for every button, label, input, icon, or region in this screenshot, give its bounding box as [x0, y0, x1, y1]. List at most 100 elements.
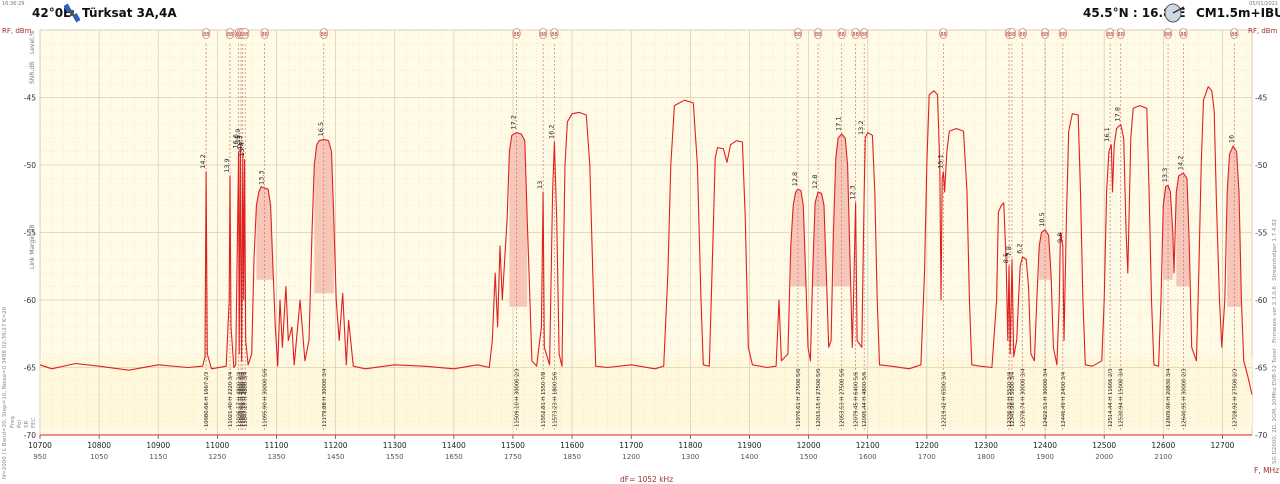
- y-tick-label-right: -55: [1255, 229, 1267, 238]
- carrier-row-label: SR: [24, 421, 30, 428]
- carrier-level-label: 9.8: [1056, 233, 1064, 243]
- carrier-info: 12446.49 H 2400 3/4: [1061, 371, 1067, 427]
- badge-label: 88: [795, 32, 801, 38]
- badge-label: 88: [839, 32, 845, 38]
- x-tick-label: 12000: [797, 441, 821, 450]
- modulation-badge: 88: [241, 28, 250, 39]
- badge-label: 88: [1118, 32, 1124, 38]
- if-tick-label: 1150: [149, 453, 167, 461]
- y-tick-label-right: -45: [1255, 94, 1267, 103]
- modulation-badge: 88: [837, 28, 846, 39]
- modulation-badge: 88: [939, 28, 948, 39]
- if-tick-label: 1900: [1036, 453, 1054, 461]
- carrier-level-label: 16.5: [317, 122, 325, 136]
- spectrum-chart: 88 88 88 88 88 88 88 88 88 88 88 88 88 88 88 88 88 88 88 88…: [2, 27, 1279, 484]
- carrier-info: 10980.66 H 1667 2/3: [204, 372, 210, 427]
- badge-label: 88: [1042, 32, 1048, 38]
- x-tick-label: 11900: [738, 441, 762, 450]
- badge-label: 88: [815, 32, 821, 38]
- carrier-info: 12530.94 H 15000 3/4: [1119, 368, 1125, 427]
- modulation-badge: 88: [260, 28, 269, 39]
- carrier-level-label: 17.8: [1114, 107, 1122, 121]
- x-tick-label: 10700: [28, 441, 52, 450]
- x-tick-label: 12100: [856, 441, 880, 450]
- if-tick-label: 1050: [90, 453, 108, 461]
- x-tick-label: 11200: [324, 441, 348, 450]
- carrier-info: 12345.98 H 5600 3/4: [1010, 371, 1016, 427]
- transponder-shade: [509, 132, 528, 307]
- modulation-badge: 88: [319, 28, 328, 39]
- y-tick-label-right: -50: [1255, 161, 1267, 170]
- if-tick-label: 1800: [977, 453, 995, 461]
- modulation-badge: 88: [1116, 28, 1125, 39]
- if-tick-label: 1200: [622, 453, 640, 461]
- carrier-info: 12219.42 H 6500 3/4: [941, 371, 947, 427]
- if-tick-label: 1650: [445, 453, 463, 461]
- carrier-info: 11976.61 H 27500 5/6: [796, 369, 802, 427]
- modulation-badge: 88: [512, 28, 521, 39]
- carrier-info: 11509.10 H 30000 2/3: [515, 369, 521, 427]
- if-tick-label: 1300: [681, 453, 699, 461]
- if-tick-label: 1700: [918, 453, 936, 461]
- y-tick-label-left: -50: [24, 161, 36, 170]
- carrier-level-label: 15.1: [936, 154, 944, 168]
- header-bar: 16:36:29 05/01/2021 42°0E Türksat 3A,4A …: [0, 0, 1280, 24]
- x-tick-label: 11000: [205, 441, 229, 450]
- carrier-level-label: 16.2: [547, 125, 555, 139]
- y-axis-title-left: RF, dBm: [2, 27, 32, 35]
- badge-label: 88: [1231, 32, 1237, 38]
- carrier-info: 12514.44 H 11666 2/3: [1108, 369, 1114, 427]
- modulation-badge: 88: [539, 28, 548, 39]
- modulation-badge: 88: [1163, 28, 1173, 39]
- if-tick-label: 950: [33, 453, 46, 461]
- badge-label: 88: [1060, 32, 1066, 38]
- carrier-info: 11179.88 H 30000 3/4: [322, 368, 328, 427]
- modulation-badge: 88: [813, 28, 823, 39]
- carrier-level-label: 13.9: [223, 158, 231, 172]
- badge-label: 88: [551, 32, 557, 38]
- modulation-badge: 88: [202, 28, 211, 39]
- x-axis-title: F, MHz: [1254, 466, 1279, 475]
- badge-label: 88: [242, 32, 248, 38]
- carrier-info: 11095.90 H 30000 5/6: [263, 369, 269, 427]
- x-tick-label: 11600: [560, 441, 584, 450]
- x-tick-label: 11700: [619, 441, 643, 450]
- carrier-level-label: 15.4: [238, 142, 246, 156]
- carrier-level-label: 13.3: [1161, 168, 1169, 182]
- carrier-info: 11047.17 H 4800 3/4: [243, 371, 249, 427]
- badge-label: 88: [861, 32, 867, 38]
- modulation-badge: 88: [1058, 28, 1067, 39]
- modulation-badge: 88: [1230, 28, 1239, 39]
- y-tick-label-right: -60: [1255, 296, 1267, 305]
- badge-label: 88: [203, 32, 209, 38]
- badge-label: 88: [1180, 32, 1186, 38]
- carrier-info: 12095.44 H 4800 5/6: [862, 372, 868, 427]
- y-tick-label-right: -70: [1255, 431, 1267, 440]
- modulation-badge: 88: [1179, 28, 1188, 39]
- modulation-badge: 88: [793, 28, 803, 39]
- x-tick-label: 11800: [678, 441, 702, 450]
- left-vertical-info: N=2000 / L Band=20, Step=10, Noise=0.348…: [2, 306, 8, 479]
- carrier-row-label: Freq: [10, 416, 16, 428]
- x-tick-label: 11100: [265, 441, 289, 450]
- x-tick-label: 10800: [87, 441, 111, 450]
- if-tick-label: 1600: [859, 453, 877, 461]
- if-tick-label: 2100: [1154, 453, 1172, 461]
- carrier-row-label: FEC: [31, 417, 37, 428]
- badge-label: 88: [321, 32, 327, 38]
- x-tick-label: 12200: [915, 441, 939, 450]
- modulation-badge: 88: [1040, 28, 1050, 39]
- badge-label: 88: [261, 32, 267, 38]
- y-axis-title-right: RF, dBm: [1248, 27, 1278, 35]
- carrier-info: 12378.74 H 30000 3/4: [1021, 368, 1027, 427]
- if-tick-label: 1500: [800, 453, 818, 461]
- x-tick-label: 12500: [1092, 441, 1116, 450]
- y-tick-label-left: -70: [24, 431, 36, 440]
- carrier-level-label: 16.1: [1103, 127, 1111, 141]
- if-tick-label: 1750: [504, 453, 522, 461]
- carrier-info: 12728.92 H 27500 2/3: [1232, 369, 1238, 427]
- carrier-level-label: 12.8: [811, 175, 819, 189]
- x-tick-label: 11400: [442, 441, 466, 450]
- carrier-level-label: 6.2: [1016, 243, 1024, 253]
- right-vertical-info: SG D2000, 2D, 2GM, 20Mhz DVB-S2 Tuner · …: [1272, 219, 1278, 464]
